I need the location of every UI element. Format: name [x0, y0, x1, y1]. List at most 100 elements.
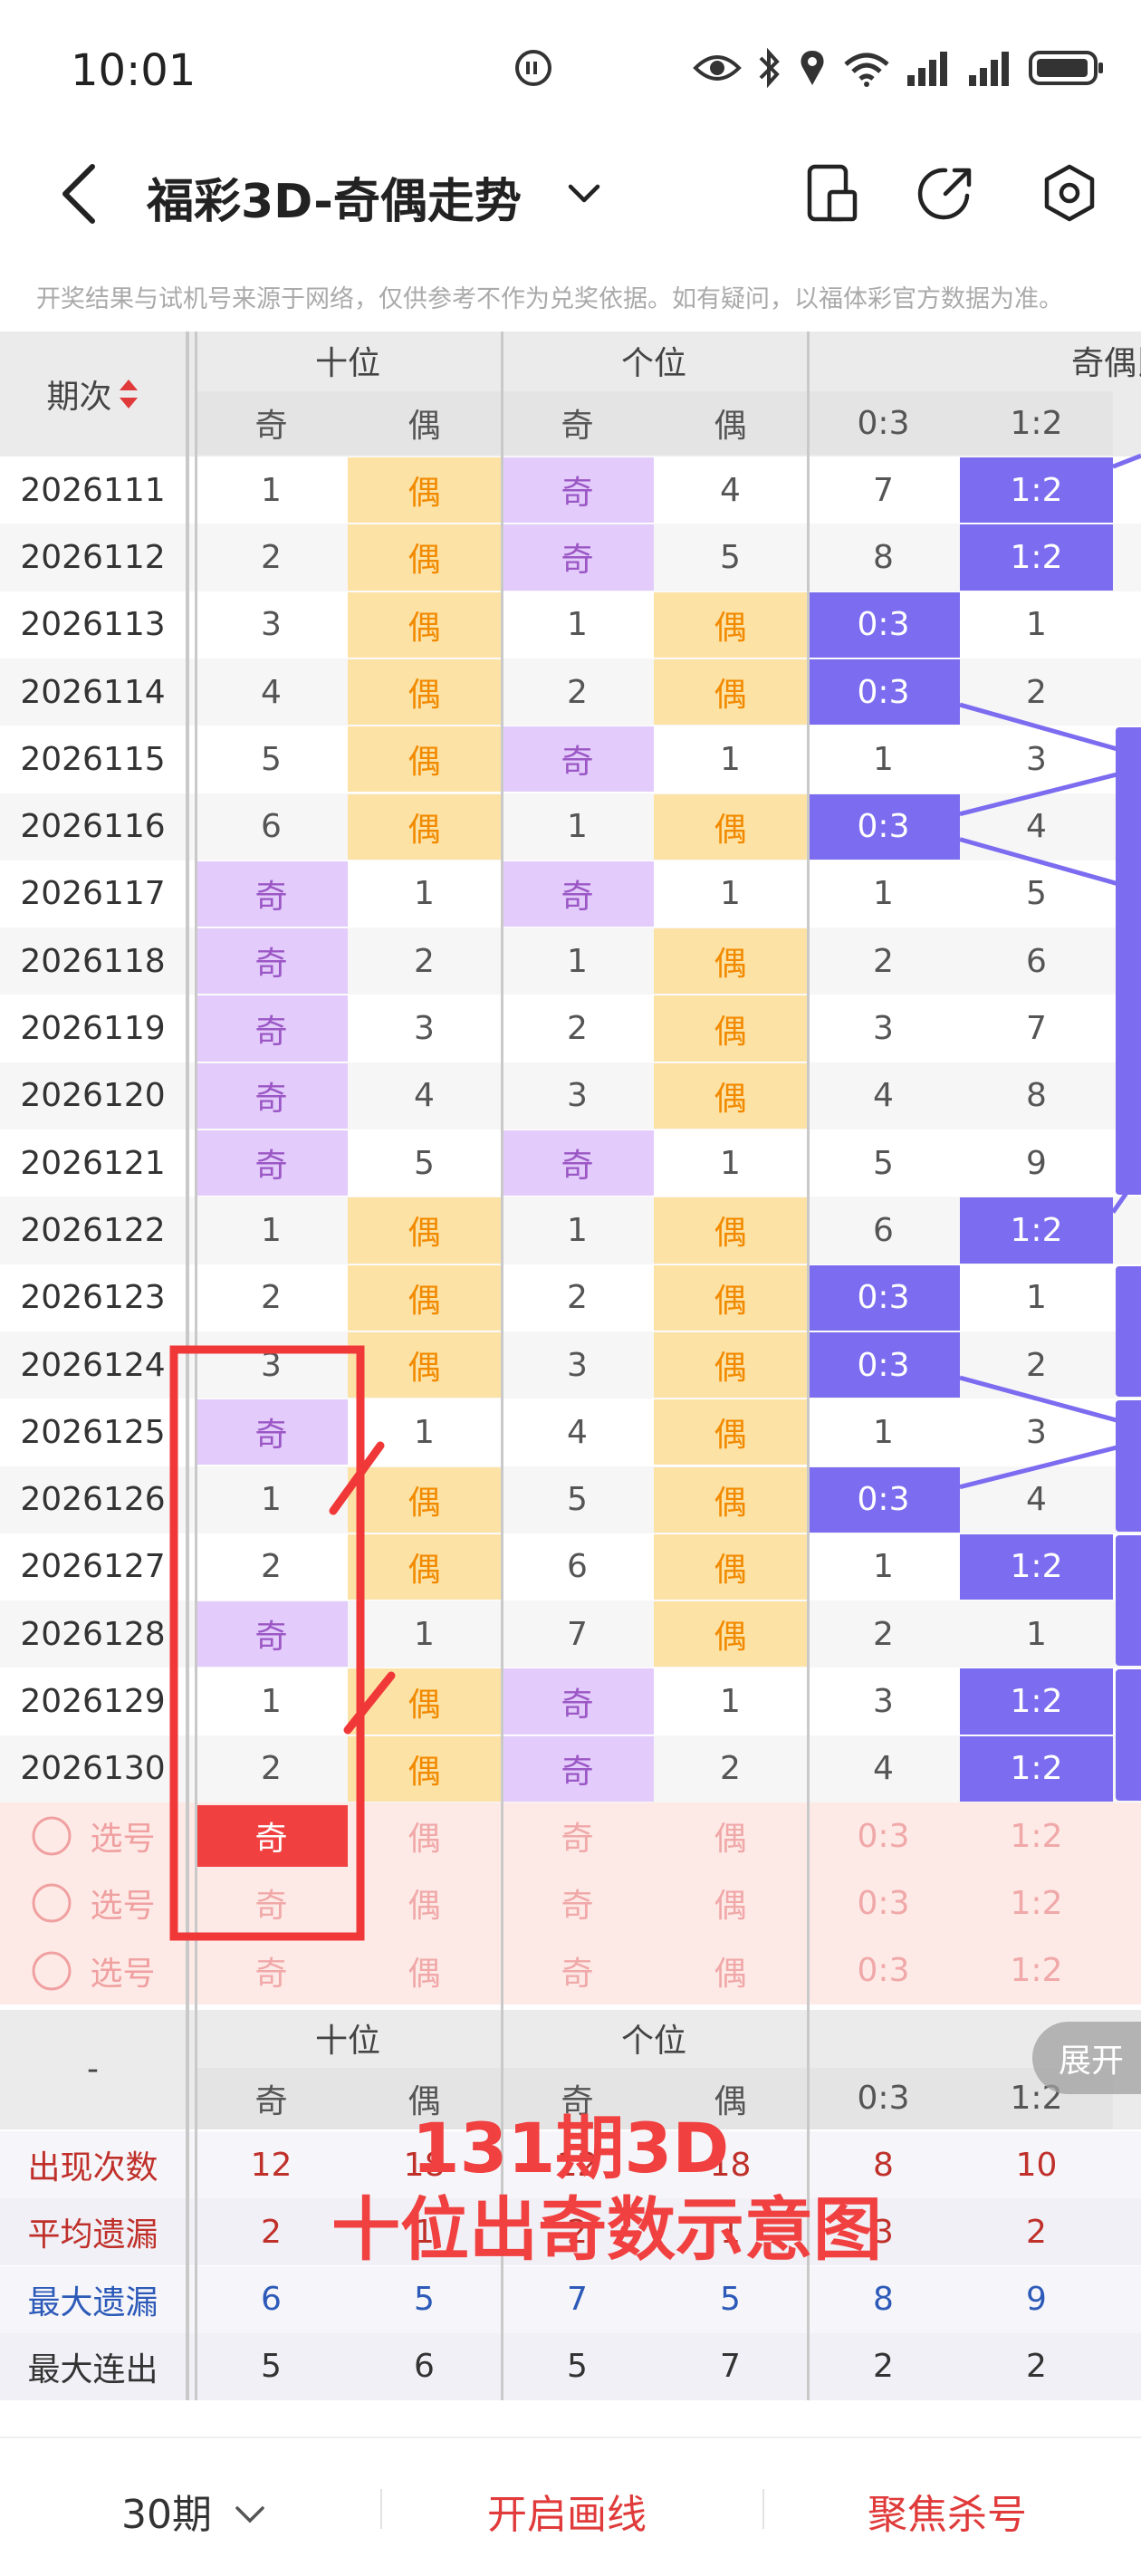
data-cell: 奇: [195, 1062, 348, 1129]
data-cell: 4: [873, 1077, 894, 1115]
period-header-cell[interactable]: 期次: [0, 332, 186, 457]
group-header-ratio: 奇偶比: [807, 332, 1141, 389]
select-option-cell[interactable]: 奇: [501, 1870, 654, 1937]
period-cell: 2026124: [20, 1346, 166, 1384]
phone-layout-icon[interactable]: [799, 161, 862, 225]
select-option-cell[interactable]: 偶: [654, 1870, 807, 1937]
data-cell: 4: [1026, 808, 1047, 846]
share-icon[interactable]: [915, 161, 978, 225]
select-option-cell[interactable]: 奇: [195, 1937, 348, 2004]
page-title[interactable]: 福彩3D-奇偶走势: [147, 163, 522, 231]
data-cell: 3: [1026, 740, 1047, 778]
select-number-button[interactable]: 选号: [0, 1937, 186, 2004]
chevron-down-icon[interactable]: [563, 172, 605, 214]
focus-kill-button[interactable]: 聚焦杀号: [868, 2482, 1027, 2540]
back-icon[interactable]: [53, 161, 107, 226]
data-cell: 2: [261, 538, 282, 576]
data-cell: 1: [873, 875, 894, 913]
select-option-cell[interactable]: 偶: [654, 1937, 807, 2004]
select-number-button[interactable]: 选号: [0, 1802, 186, 1870]
select-option-cell[interactable]: 偶: [348, 1937, 501, 2004]
data-cell: 奇: [195, 1130, 348, 1197]
sub-header-2: 奇: [501, 391, 654, 455]
data-cell: 2: [261, 1750, 282, 1788]
data-cell: 3: [261, 606, 282, 644]
data-cell: 1: [567, 606, 588, 644]
data-cell: 8: [873, 538, 894, 576]
data-cell: 奇: [195, 1399, 348, 1466]
period-cell: 2026113: [20, 606, 166, 644]
data-cell: 3: [873, 1010, 894, 1048]
sort-icon[interactable]: [118, 376, 139, 412]
period-header-label: 期次: [46, 379, 112, 416]
data-cell: 偶: [348, 1533, 501, 1600]
group-header-ge: 个位: [501, 332, 807, 389]
data-cell: 2: [567, 1010, 588, 1048]
data-cell: 1: [261, 1481, 282, 1519]
data-cell: 3: [873, 1683, 894, 1721]
radio-circle-icon: [32, 1816, 72, 1856]
signal-icon-2: [969, 52, 1009, 86]
status-time: 10:01: [71, 45, 197, 96]
draw-line-button[interactable]: 开启画线: [487, 2482, 647, 2540]
data-cell: 1: [261, 1211, 282, 1249]
period-cell: 2026114: [20, 673, 166, 711]
signal-icon-1: [907, 52, 947, 86]
period-cell: 2026111: [20, 471, 166, 509]
data-cell: 6: [873, 1211, 894, 1249]
data-cell: 1: [567, 942, 588, 980]
data-cell: 2: [567, 1279, 588, 1317]
bottom-nav: 30期 开启画线 聚焦杀号: [0, 2437, 1141, 2576]
select-option-cell[interactable]: 奇: [195, 1870, 348, 1937]
expand-button[interactable]: 展开: [1032, 2022, 1141, 2094]
select-option-cell[interactable]: 偶: [348, 1802, 501, 1870]
select-option-cell[interactable]: 偶: [348, 1870, 501, 1937]
data-cell: 4: [1026, 1481, 1047, 1519]
stats-value: 5: [567, 2348, 588, 2386]
stats-value: 5: [261, 2348, 282, 2386]
select-option-cell[interactable]: 0:3: [807, 1870, 960, 1937]
stats-value: 5: [720, 2281, 741, 2319]
data-cell: 4: [567, 1413, 588, 1451]
status-icons: [513, 47, 1105, 89]
data-cell: 偶: [654, 1197, 807, 1264]
data-cell: 偶: [348, 1197, 501, 1264]
select-option-cell[interactable]: 0:3: [807, 1937, 960, 2004]
select-option-cell[interactable]: 0:3: [807, 1802, 960, 1870]
stats-value: 5: [414, 2281, 435, 2319]
select-option-cell[interactable]: 1:2: [960, 1870, 1113, 1937]
period-cell: 2026126: [20, 1481, 166, 1519]
select-option-cell[interactable]: 偶: [654, 1802, 807, 1870]
data-cell: 1: [414, 875, 435, 913]
data-cell: 偶: [348, 457, 501, 524]
data-cell: 6: [261, 808, 282, 846]
data-cell: 5: [261, 740, 282, 778]
offscreen-ratio-cell: [1116, 1534, 1141, 1667]
data-cell: 1: [261, 1683, 282, 1721]
settings-icon[interactable]: [1038, 161, 1101, 225]
select-option-cell[interactable]: 1:2: [960, 1802, 1113, 1870]
data-cell: 0:3: [807, 1331, 960, 1399]
nav-divider: [762, 2489, 764, 2529]
data-cell: 2: [1026, 673, 1047, 711]
data-cell: 1:2: [960, 1735, 1113, 1802]
data-cell: 0:3: [807, 793, 960, 860]
period-select[interactable]: 30期: [121, 2482, 268, 2540]
stats-value: 7: [720, 2348, 741, 2386]
select-option-cell[interactable]: 奇: [501, 1937, 654, 2004]
data-cell: 4: [261, 673, 282, 711]
select-option-cell[interactable]: 1:2: [960, 1937, 1113, 2004]
offscreen-ratio-cell: [1116, 1400, 1141, 1532]
select-option-cell[interactable]: 奇: [195, 1805, 348, 1868]
data-cell: 0:3: [807, 1466, 960, 1533]
data-cell: 5: [414, 1144, 435, 1182]
location-icon: [801, 51, 824, 85]
data-cell: 奇: [195, 860, 348, 928]
data-cell: 1: [567, 808, 588, 846]
data-cell: 偶: [654, 995, 807, 1062]
select-label: 选号: [90, 1888, 156, 1926]
select-option-cell[interactable]: 奇: [501, 1802, 654, 1870]
select-number-button[interactable]: 选号: [0, 1870, 186, 1937]
data-cell: 1: [1026, 1279, 1047, 1317]
data-cell: 2: [414, 942, 435, 980]
